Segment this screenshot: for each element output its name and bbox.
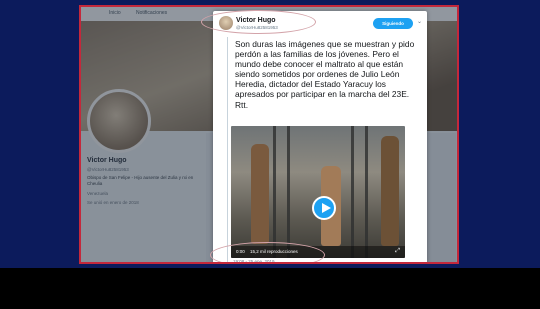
- video-figure: [251, 144, 269, 244]
- cell-bar: [287, 126, 290, 258]
- screenshot-frame: Inicio Notificaciones Victor Hugo @Victo…: [79, 5, 459, 264]
- chevron-down-icon[interactable]: ⌄: [417, 18, 422, 25]
- following-button[interactable]: Siguiendo: [373, 18, 413, 29]
- cell-bar: [351, 126, 354, 258]
- play-button[interactable]: [312, 196, 336, 220]
- annotation-oval-author: [201, 10, 316, 34]
- video-player[interactable]: 0:00 15,2 mil reproducciones ⤢: [231, 126, 405, 258]
- video-figure: [381, 136, 399, 246]
- cell-bar: [365, 126, 368, 258]
- tweet-text: Son duras las imágenes que se muestran y…: [235, 39, 415, 110]
- play-icon: [322, 203, 331, 213]
- tweet-timestamp[interactable]: 19:08 - 25 ene. 2019: [233, 259, 275, 262]
- bottom-band: [0, 268, 540, 309]
- thread-line: [227, 37, 228, 262]
- cell-bar: [273, 126, 276, 258]
- expand-icon[interactable]: ⤢: [395, 248, 400, 255]
- tweet-modal: Victor Hugo @VictorHu82581953 Siguiendo …: [201, 10, 427, 262]
